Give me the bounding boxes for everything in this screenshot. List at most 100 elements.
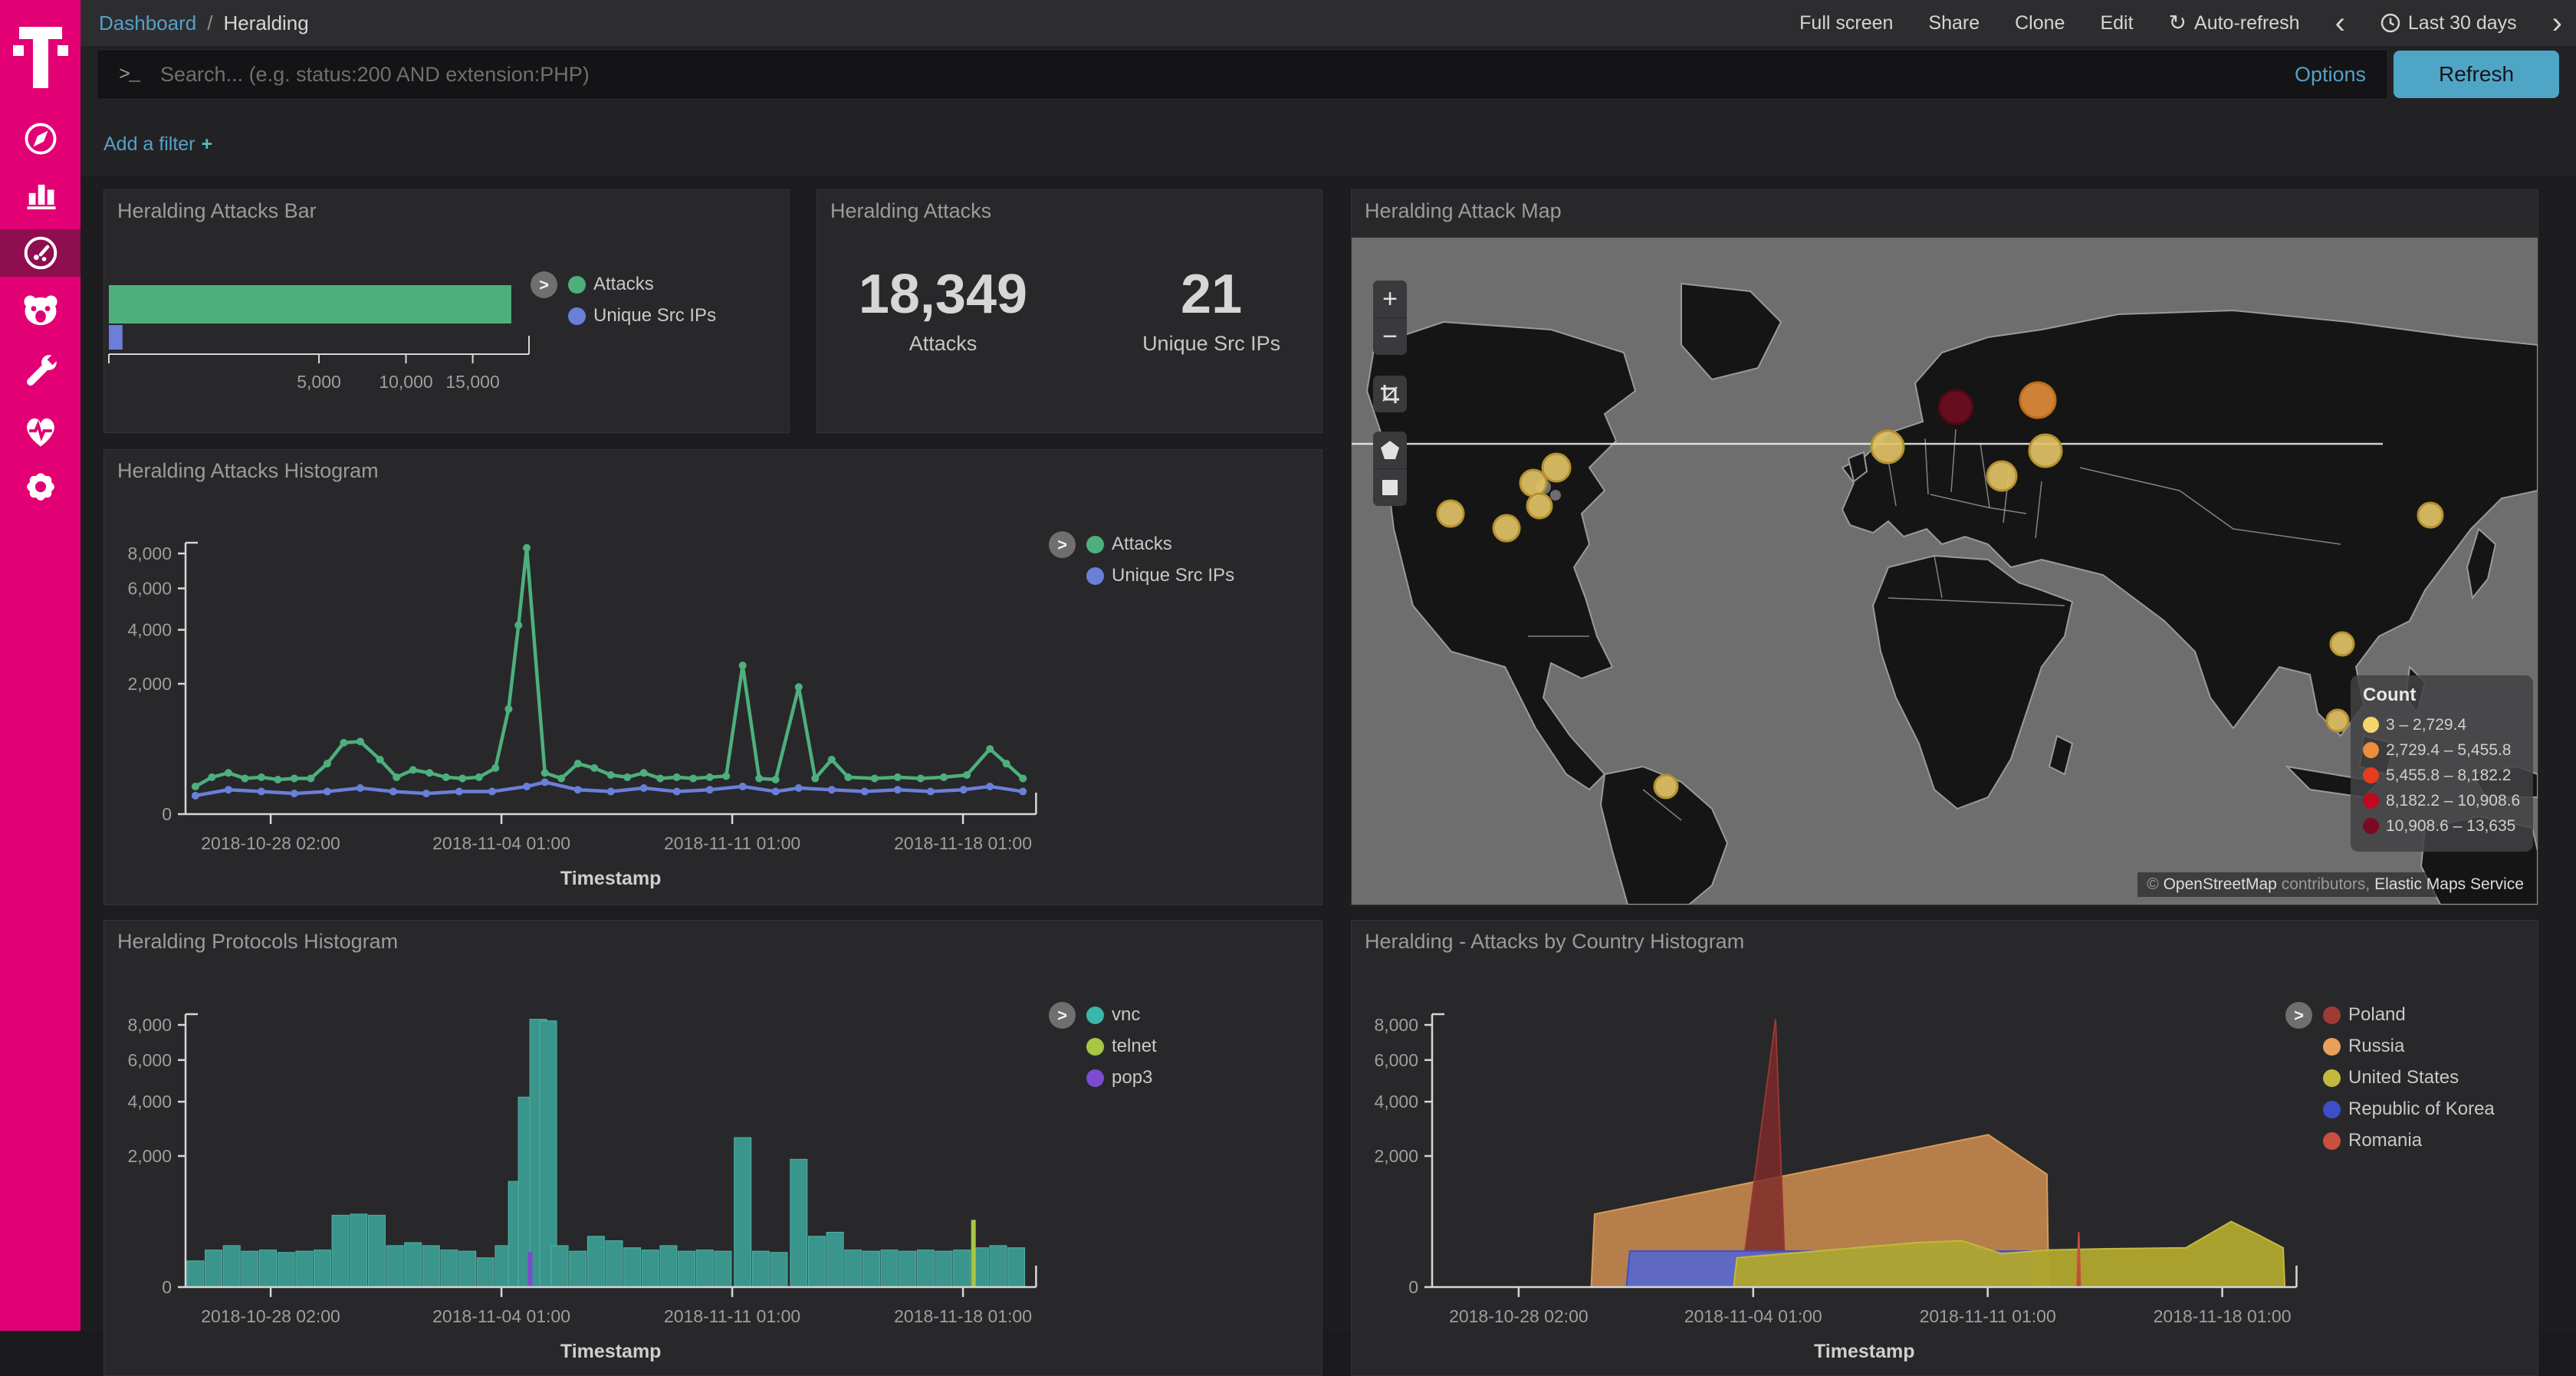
top-action-clone[interactable]: Clone: [2015, 12, 2065, 34]
legend-item-russia[interactable]: Russia: [2323, 1036, 2495, 1057]
attack-bubble[interactable]: [1543, 454, 1570, 481]
breadcrumb-dashboard-link[interactable]: Dashboard: [99, 11, 196, 35]
t-mobile-logo: [13, 22, 68, 93]
metric-value: 18,349: [859, 263, 1027, 326]
legend-range-label: 5,455.8 – 8,182.2: [2386, 767, 2511, 785]
legend-color-dot: [2363, 818, 2379, 834]
legend-item-republic-of-korea[interactable]: Republic of Korea: [2323, 1099, 2495, 1120]
legend-expand-icon[interactable]: >: [2285, 1002, 2312, 1029]
zoom-in-button[interactable]: +: [1373, 281, 1407, 317]
time-picker-button[interactable]: Last 30 days: [2380, 12, 2517, 34]
elastic-maps-link[interactable]: Elastic Maps Service: [2374, 875, 2524, 893]
clock-icon: [2380, 13, 2400, 33]
svg-text:4,000: 4,000: [127, 620, 172, 640]
top-action-share[interactable]: Share: [1928, 12, 1980, 34]
top-action-full-screen[interactable]: Full screen: [1799, 12, 1893, 34]
legend-item-unique-src-ips[interactable]: Unique Src IPs: [568, 305, 716, 327]
attack-bubble[interactable]: [2418, 503, 2443, 527]
legend-label: vnc: [1112, 1004, 1140, 1026]
auto-refresh-button[interactable]: ↻Auto-refresh: [2169, 12, 2300, 34]
draw-polygon-button[interactable]: [1373, 432, 1407, 468]
svg-text:2018-11-11 01:00: 2018-11-11 01:00: [664, 833, 800, 853]
svg-text:Timestamp: Timestamp: [560, 1341, 662, 1362]
legend-item-romania[interactable]: Romania: [2323, 1130, 2495, 1151]
legend-item-vnc[interactable]: vnc: [1086, 1004, 1157, 1026]
map-count-legend: Count3 – 2,729.42,729.4 – 5,455.85,455.8…: [2351, 675, 2533, 852]
attack-bubble[interactable]: [1520, 470, 1546, 496]
legend-items: vnc telnet pop3: [1086, 1002, 1157, 1089]
legend-color-dot: [2323, 1069, 2341, 1087]
breadcrumb-current: Heralding: [223, 11, 308, 35]
attack-bubble[interactable]: [1871, 431, 1904, 463]
legend-expand-icon[interactable]: >: [531, 271, 557, 298]
options-link[interactable]: Options: [2295, 63, 2366, 87]
zoom-out-button[interactable]: −: [1373, 318, 1407, 355]
legend-range-label: 2,729.4 – 5,455.8: [2386, 741, 2511, 760]
sidebar-item-monitoring-heart-pulse[interactable]: [0, 407, 80, 455]
map-legend-row: 8,182.2 – 10,908.6: [2363, 788, 2521, 813]
attack-bubble[interactable]: [2029, 435, 2062, 467]
sidebar-item-visualize-bar-chart[interactable]: [0, 171, 80, 218]
attacks-line-chart[interactable]: 2018-10-28 02:002018-11-04 01:002018-11-…: [104, 450, 1322, 905]
legend-range-label: 3 – 2,729.4: [2386, 716, 2466, 734]
zoom-controls: +−: [1373, 281, 1407, 355]
time-forward-button[interactable]: ›: [2552, 8, 2562, 38]
bear-icon: [21, 292, 60, 330]
draw-rectangle-button[interactable]: [1373, 469, 1407, 506]
top-action-edit[interactable]: Edit: [2100, 12, 2133, 34]
add-filter-button[interactable]: Add a filter+: [104, 133, 212, 156]
map-legend-row: 5,455.8 – 8,182.2: [2363, 763, 2521, 788]
legend-color-dot: [2363, 767, 2379, 783]
legend-item-telnet[interactable]: telnet: [1086, 1036, 1157, 1057]
legend-item-united-states[interactable]: United States: [2323, 1067, 2495, 1089]
protocols-bar-chart[interactable]: 2018-10-28 02:002018-11-04 01:002018-11-…: [104, 921, 1322, 1375]
refresh-button[interactable]: Refresh: [2394, 51, 2559, 98]
attack-bubble[interactable]: [2020, 383, 2055, 418]
attack-bubble[interactable]: [1438, 501, 1464, 527]
legend-item-pop3[interactable]: pop3: [1086, 1067, 1157, 1089]
legend-color-dot: [2323, 1101, 2341, 1118]
attack-bubble[interactable]: [1987, 461, 2016, 491]
legend-range-label: 8,182.2 – 10,908.6: [2386, 792, 2520, 810]
sidebar-item-dashboard-gauge[interactable]: [0, 229, 80, 277]
attack-bubble[interactable]: [2327, 710, 2348, 731]
legend-item-poland[interactable]: Poland: [2323, 1004, 2495, 1026]
metric-values: 18,349Attacks21Unique Src IPs: [817, 263, 1322, 356]
svg-text:0: 0: [1408, 1277, 1418, 1297]
time-back-button[interactable]: ‹: [2335, 8, 2345, 38]
svg-text:6,000: 6,000: [127, 579, 172, 599]
fit-bounds-button[interactable]: [1373, 376, 1407, 412]
attack-bubble[interactable]: [1527, 494, 1552, 518]
attack-bubble[interactable]: [1939, 390, 1973, 424]
legend: > Poland Russia United States Republic of Ko…: [2285, 1002, 2495, 1151]
attack-bubble[interactable]: [1654, 775, 1677, 798]
sidebar-item-management-gear[interactable]: [0, 463, 80, 511]
svg-text:2018-11-18 01:00: 2018-11-18 01:00: [894, 1306, 1032, 1326]
svg-text:2018-11-18 01:00: 2018-11-18 01:00: [2154, 1306, 2292, 1326]
attack-bubble[interactable]: [1493, 515, 1520, 541]
attack-bubble[interactable]: [2331, 632, 2354, 655]
legend-color-dot: [1086, 1007, 1104, 1024]
legend-item-attacks[interactable]: Attacks: [1086, 534, 1234, 555]
openstreetmap-link[interactable]: OpenStreetMap: [2164, 875, 2277, 893]
panel-title: Heralding Attacks: [830, 199, 991, 223]
panel-title: Heralding Protocols Histogram: [117, 930, 398, 954]
svg-text:0: 0: [162, 1277, 172, 1297]
sidebar-item-dev-tools-wrench[interactable]: [0, 348, 80, 396]
legend-label: Romania: [2348, 1130, 2422, 1151]
legend-expand-icon[interactable]: >: [1049, 531, 1076, 558]
search-input[interactable]: >_ Search... (e.g. status:200 AND extens…: [98, 51, 2387, 98]
svg-text:2018-11-04 01:00: 2018-11-04 01:00: [1684, 1306, 1822, 1326]
legend: > vnc telnet pop3: [1049, 1002, 1157, 1089]
legend-item-unique-src-ips[interactable]: Unique Src IPs: [1086, 565, 1234, 586]
svg-text:2,000: 2,000: [127, 674, 172, 694]
legend-color-dot: [1086, 567, 1104, 585]
draw-controls: [1373, 432, 1407, 506]
legend-expand-icon[interactable]: >: [1049, 1002, 1076, 1029]
legend-label: Russia: [2348, 1036, 2404, 1057]
legend-item-attacks[interactable]: Attacks: [568, 274, 716, 295]
sidebar-item-bear[interactable]: [0, 287, 80, 335]
panel-attacks-histogram: Heralding Attacks Histogram 2018-10-28 0…: [104, 449, 1322, 905]
legend: > Attacks Unique Src IPs: [1049, 531, 1234, 586]
sidebar-item-discover-compass[interactable]: [0, 115, 80, 163]
